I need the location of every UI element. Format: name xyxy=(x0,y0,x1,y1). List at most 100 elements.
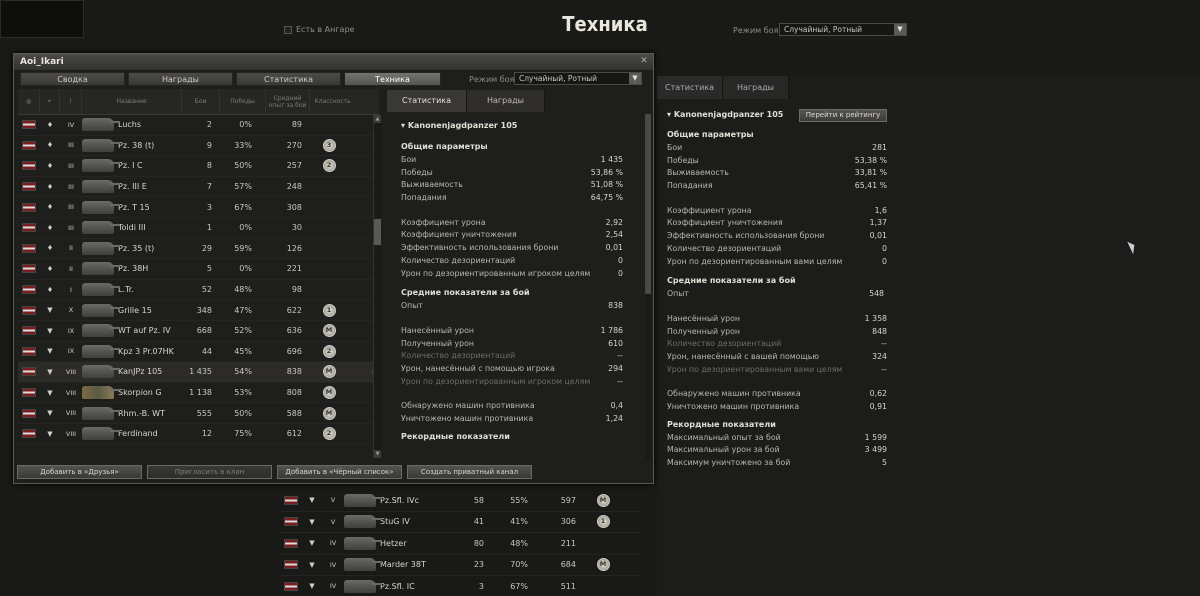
battles-value: 668 xyxy=(196,326,212,336)
create-private-channel-button[interactable]: Создать приватный канал xyxy=(407,465,532,479)
nation-flag-icon xyxy=(18,367,40,377)
window-mode-select[interactable]: Случайный, Ротный ▼ xyxy=(514,72,642,85)
battles-value: 8 xyxy=(206,161,212,171)
stat-value: 1 435 xyxy=(600,155,623,164)
tank-type-icon: ▼ xyxy=(309,539,315,548)
table-row[interactable]: ▼ IV Hetzer 80 48% 211 xyxy=(280,533,640,555)
type-sort-header[interactable]: ⌖ xyxy=(40,89,60,114)
chevron-down-icon[interactable]: ▼ xyxy=(894,24,906,35)
wins-header[interactable]: Победы xyxy=(220,89,266,114)
nation-sort-header[interactable]: ◍ xyxy=(18,89,40,114)
table-row[interactable]: ♦ III Pz. 38 (t) 9 33% 270 3 xyxy=(18,136,379,157)
tank-type-icon: ♦ xyxy=(46,120,54,129)
tier-label: II xyxy=(69,244,73,253)
table-row[interactable]: ▼ IV Marder 38T 23 70% 684 M xyxy=(280,555,640,576)
avg-exp-header[interactable]: Средний опыт за бой xyxy=(266,89,310,114)
avg-title: Средние показатели за бой xyxy=(667,276,796,286)
scroll-up-icon[interactable]: ▲ xyxy=(374,115,381,123)
table-row[interactable]: ♦ III Toldi III 1 0% 30 xyxy=(18,218,379,239)
table-row[interactable]: ♦ II Pz. 38H 5 0% 221 xyxy=(18,259,379,280)
wins-value: 48% xyxy=(234,285,252,295)
checkbox-box[interactable] xyxy=(284,25,292,34)
detail-body: ▾ Kanonenjagdpanzer 105 Общие параметры … xyxy=(387,112,651,444)
vehicle-name: Pz. 38 (t) xyxy=(118,140,155,150)
tab-summary[interactable]: Сводка xyxy=(20,72,125,86)
germany-flag-icon xyxy=(22,388,36,398)
stat-value: 848 xyxy=(872,326,887,336)
detail-general-title: Общие параметры xyxy=(401,142,488,151)
tab-statistics[interactable]: Статистика xyxy=(236,72,341,86)
battles-header[interactable]: Бои xyxy=(182,89,220,114)
stat-row: Обнаружено машин противника 0,4 xyxy=(401,400,623,413)
tank-image xyxy=(82,384,120,402)
tab-detail-statistics[interactable]: Статистика xyxy=(387,90,467,112)
table-row[interactable]: ♦ IV Luchs 2 0% 89 xyxy=(18,115,379,136)
table-row[interactable]: ▼ IV Pz.Sfl. IC 3 67% 511 xyxy=(280,576,640,596)
mastery-cell: 2 xyxy=(310,159,348,173)
add-friend-button[interactable]: Добавить в «Друзья» xyxy=(17,465,142,479)
table-row[interactable]: ♦ II Pz. 35 (t) 29 59% 126 xyxy=(18,239,379,260)
avg-exp-value: 89 xyxy=(291,120,302,130)
table-row[interactable]: ♦ III Pz. T 15 3 67% 308 xyxy=(18,197,379,218)
table-row[interactable]: ▼ VIII Skorpion G 1 138 53% 808 M xyxy=(18,383,379,404)
table-row[interactable]: ▼ VIII Ferdinand 12 75% 612 2 xyxy=(18,424,379,445)
table-row[interactable]: ▼VIIIKanJPz 1051 43554%838M› xyxy=(18,362,379,383)
tank-image xyxy=(82,363,120,381)
mastery-badge-icon: 2 xyxy=(322,159,336,173)
stat-row: Выживаемость 33,81 % xyxy=(667,167,887,180)
table-row[interactable]: ▼ V StuG IV 41 41% 306 1 xyxy=(280,512,640,533)
tab-statistics[interactable]: Статистика xyxy=(657,76,723,99)
stat-row: Количество дезориентаций 0 xyxy=(401,255,623,268)
germany-flag-icon xyxy=(22,408,36,418)
background-vehicle-list: ▼ V Pz.Sfl. IVc 58 55% 597 M ▼ V StuG IV 41 41% 306 1… xyxy=(280,490,640,596)
tab-awards[interactable]: Награды xyxy=(723,76,789,99)
tier-label: IX xyxy=(67,326,75,335)
record-title: Рекордные показатели xyxy=(667,419,776,429)
tab-awards[interactable]: Награды xyxy=(128,72,233,86)
tab-detail-awards[interactable]: Награды xyxy=(467,90,545,112)
stat-row: Бои 1 435 xyxy=(401,154,623,167)
tab-vehicles[interactable]: Техника xyxy=(344,72,441,86)
table-row[interactable]: ▼ IX WT auf Pz. IV 668 52% 636 M xyxy=(18,321,379,342)
table-row[interactable]: ▼ VIII Rhm.-B. WT 555 50% 588 M xyxy=(18,403,379,424)
table-row[interactable]: ♦ III Pz. III E 7 57% 248 xyxy=(18,177,379,198)
vehicle-name: Pz. 38H xyxy=(118,264,149,274)
rating-button[interactable]: Перейти к рейтингу xyxy=(799,108,887,122)
mastery-header[interactable]: Классность xyxy=(310,89,355,114)
window-title[interactable]: Aoi_Ikari ✕ xyxy=(14,54,653,70)
vehicle-detail-panel: Статистика Награды ▾ Kanonenjagdpanzer 1… xyxy=(387,90,651,460)
wins-value: 59% xyxy=(234,243,252,253)
globe-icon: ◍ xyxy=(25,98,32,105)
tier-label: III xyxy=(68,203,74,212)
tank-type-icon: ⌖ xyxy=(47,98,52,105)
invite-clan-button[interactable]: Пригласить в клан xyxy=(147,465,272,479)
tier-sort-header[interactable]: I xyxy=(60,89,82,114)
germany-flag-icon xyxy=(22,429,36,439)
name-header[interactable]: Название xyxy=(82,89,182,114)
stat-label: Нанесённый урон xyxy=(667,313,740,323)
in-hangar-checkbox[interactable]: Есть в Ангаре xyxy=(284,25,354,34)
battles-value: 348 xyxy=(196,305,212,315)
mastery-badge-icon: M xyxy=(596,493,610,507)
wins-value: 67% xyxy=(234,202,252,212)
stat-value: 0 xyxy=(618,268,623,278)
table-row[interactable]: ♦ I L.Tr. 52 48% 98 xyxy=(18,280,379,301)
table-scrollbar[interactable]: ▲ ▼ xyxy=(373,115,381,458)
stat-label: Победы xyxy=(667,155,699,165)
close-icon[interactable]: ✕ xyxy=(638,56,650,67)
battle-mode-select[interactable]: Случайный, Ротный ▼ xyxy=(779,23,907,36)
table-row[interactable]: ▼ V Pz.Sfl. IVc 58 55% 597 M xyxy=(280,490,640,512)
battles-value: 41 xyxy=(473,517,484,527)
table-row[interactable]: ▼ IX Kpz 3 Pr.07HK 44 45% 696 2 xyxy=(18,342,379,363)
detail-scrollbar[interactable] xyxy=(645,114,651,460)
stat-row: Урон по дезориентированным вами целям -- xyxy=(667,364,887,377)
detail-scroll-thumb[interactable] xyxy=(645,114,651,294)
scroll-down-icon[interactable]: ▼ xyxy=(374,450,381,458)
chevron-down-icon[interactable]: ▼ xyxy=(629,73,641,84)
stat-row: Максимум уничтожено за бой 5 xyxy=(667,457,887,470)
scroll-thumb[interactable] xyxy=(374,219,381,245)
table-row[interactable]: ▼ X Grille 15 348 47% 622 1 xyxy=(18,300,379,321)
table-row[interactable]: ♦ III Pz. I C 8 50% 257 2 xyxy=(18,156,379,177)
add-blacklist-button[interactable]: Добавить в «Чёрный список» xyxy=(277,465,402,479)
stat-row: Урон по дезориентированным вами целям 0 xyxy=(667,256,887,269)
